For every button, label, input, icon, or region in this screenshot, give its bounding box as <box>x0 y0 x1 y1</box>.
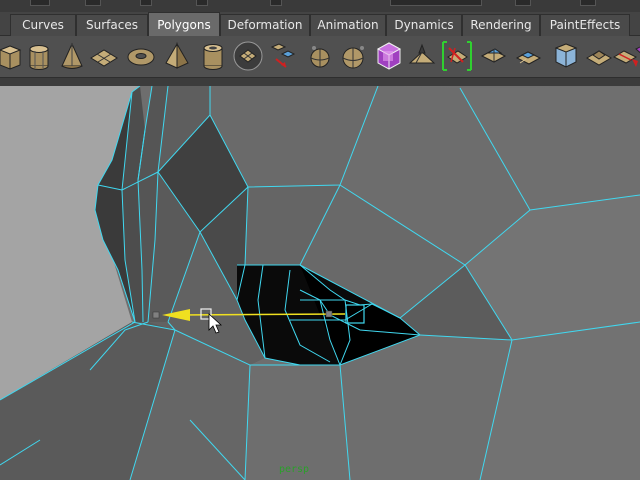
poly-torus-icon[interactable] <box>124 39 158 73</box>
menu-stub <box>140 0 152 6</box>
tab-surfaces[interactable]: Surfaces <box>76 14 148 36</box>
shelf-tab-bar: Curves Surfaces Polygons Deformation Ani… <box>0 12 640 36</box>
tab-polygons[interactable]: Polygons <box>148 12 220 36</box>
extract-icon[interactable] <box>303 39 337 73</box>
menu-stub <box>580 0 596 6</box>
tab-curves[interactable]: Curves <box>10 14 76 36</box>
tab-rendering[interactable]: Rendering <box>462 14 540 36</box>
mesh-wireframe <box>0 86 640 480</box>
separate-icon[interactable] <box>266 39 300 73</box>
cut-faces-icon[interactable] <box>632 39 640 73</box>
menu-stub <box>270 0 282 6</box>
menu-strip <box>0 0 640 12</box>
perspective-viewport[interactable]: persp <box>0 86 640 480</box>
menu-stub <box>196 0 208 6</box>
panel-separator <box>0 78 640 86</box>
boolean-union-icon[interactable] <box>372 39 406 73</box>
boolean-difference-icon[interactable] <box>405 39 439 73</box>
poly-pipe-icon[interactable] <box>196 39 230 73</box>
poly-cone-icon[interactable] <box>55 39 89 73</box>
interactive-split-icon[interactable] <box>512 39 546 73</box>
combine-icon[interactable] <box>231 39 265 73</box>
menu-stub <box>85 0 101 6</box>
camera-name-label: persp <box>278 464 310 475</box>
shelf-toolbar <box>0 36 640 78</box>
poly-plane-icon[interactable] <box>87 39 121 73</box>
menu-stub <box>30 0 50 6</box>
smooth-icon[interactable] <box>337 39 371 73</box>
tab-animation[interactable]: Animation <box>310 14 386 36</box>
poly-cylinder-icon[interactable] <box>22 39 56 73</box>
split-polygon-icon[interactable] <box>477 39 511 73</box>
tab-dynamics[interactable]: Dynamics <box>386 14 462 36</box>
menu-stub <box>515 0 531 6</box>
tab-painteffects[interactable]: PaintEffects <box>540 14 630 36</box>
average-vertices-icon[interactable] <box>440 39 474 73</box>
poly-pyramid-icon[interactable] <box>160 39 194 73</box>
extrude-face-icon[interactable] <box>548 39 582 73</box>
tab-deformation[interactable]: Deformation <box>220 14 310 36</box>
menu-stub <box>390 0 482 6</box>
